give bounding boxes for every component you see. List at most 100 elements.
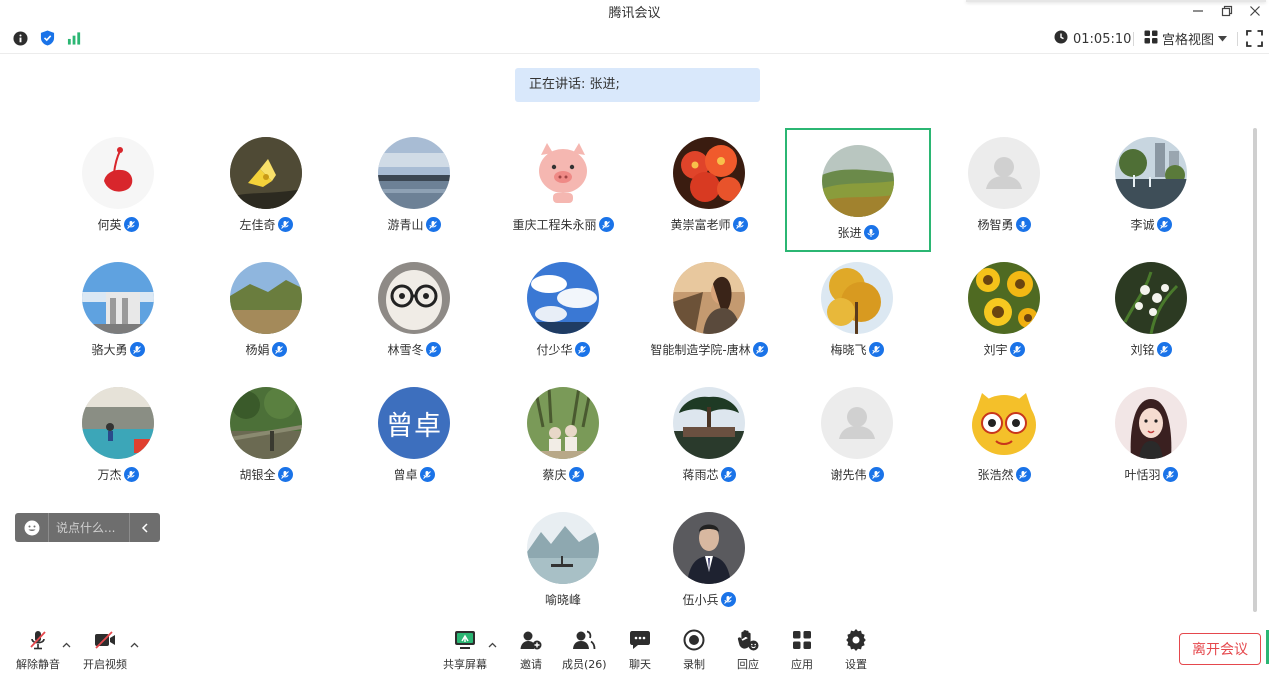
record-button[interactable]: 录制 [681, 628, 707, 672]
participant-name: 黄崇富老师 [636, 216, 782, 233]
start-video-label: 开启视频 [83, 658, 127, 671]
participant-tile[interactable]: 曾卓 曾卓 [341, 370, 487, 494]
participant-name: 李诚 [1078, 216, 1224, 233]
signal-icon[interactable] [66, 30, 82, 46]
view-mode-dropdown[interactable]: 宫格视图 [1144, 29, 1228, 48]
participant-tile[interactable]: 蒋雨芯 [636, 370, 782, 494]
apps-grid-icon [789, 628, 815, 652]
start-video-button[interactable]: 开启视频 [83, 628, 127, 672]
apps-button[interactable]: 应用 [789, 628, 815, 672]
participant-tile[interactable]: 伍小兵 [636, 495, 782, 619]
avatar [527, 512, 599, 584]
participant-name: 智能制造学院-唐林 [636, 341, 782, 358]
mic-muted-icon [271, 342, 287, 357]
chat-button[interactable]: 聊天 [627, 628, 653, 672]
reactions-button[interactable]: 回应 [735, 628, 761, 672]
participant-tile[interactable]: 喻晓峰 [490, 495, 636, 619]
chevron-up-icon[interactable] [62, 640, 71, 651]
invite-button[interactable]: 邀请 [518, 628, 544, 672]
chevron-up-icon[interactable] [130, 640, 139, 651]
mic-muted-icon [129, 342, 145, 357]
participant-tile[interactable]: 梅晓飞 [784, 245, 930, 369]
participant-tile[interactable]: 黄崇富老师 [636, 120, 782, 244]
avatar [673, 387, 745, 459]
participant-tile[interactable]: 刘铭 [1078, 245, 1224, 369]
mic-muted-icon [25, 628, 51, 652]
mic-muted-icon [574, 342, 590, 357]
participant-name: 林雪冬 [341, 341, 487, 358]
meeting-info-bar: 01:05:10 宫格视图 [0, 24, 1269, 54]
participant-tile[interactable]: 骆大勇 [45, 245, 191, 369]
chat-label: 聊天 [629, 658, 651, 671]
avatar [1115, 262, 1187, 334]
participant-tile-active-speaker[interactable]: 张进 [785, 128, 931, 252]
avatar [230, 137, 302, 209]
members-button[interactable]: 成员(26) [562, 628, 607, 672]
participant-tile[interactable]: 重庆工程朱永丽 [490, 120, 636, 244]
participant-tile[interactable]: 万杰 [45, 370, 191, 494]
participant-tile[interactable]: 杨智勇 [931, 120, 1077, 244]
unmute-label: 解除静音 [16, 658, 60, 671]
close-icon[interactable] [1240, 0, 1269, 22]
participant-name: 梅晓飞 [784, 341, 930, 358]
speaking-indicator-banner: 正在讲话: 张进; [515, 68, 760, 102]
participant-tile[interactable]: 张浩然 [931, 370, 1077, 494]
camera-off-icon [92, 628, 118, 652]
participant-tile[interactable]: 智能制造学院-唐林 [636, 245, 782, 369]
participant-tile[interactable]: 付少华 [490, 245, 636, 369]
participant-name: 骆大勇 [45, 341, 191, 358]
avatar [230, 262, 302, 334]
participant-tile[interactable]: 胡银全 [193, 370, 339, 494]
share-screen-button[interactable]: 共享屏幕 [443, 628, 487, 672]
avatar [527, 262, 599, 334]
participant-tile[interactable]: 刘宇 [931, 245, 1077, 369]
avatar [821, 387, 893, 459]
participant-name: 何英 [45, 216, 191, 233]
unmute-button[interactable]: 解除静音 [16, 628, 60, 672]
mic-muted-icon [277, 217, 293, 232]
add-user-icon [518, 628, 544, 652]
avatar [527, 137, 599, 209]
participant-tile[interactable]: 李诚 [1078, 120, 1224, 244]
mic-active-icon [1015, 217, 1031, 232]
participant-tile[interactable]: 杨娟 [193, 245, 339, 369]
avatar [378, 262, 450, 334]
participant-name: 游青山 [341, 216, 487, 233]
participant-tile[interactable]: 左佳奇 [193, 120, 339, 244]
participant-name: 刘宇 [931, 341, 1077, 358]
chat-input[interactable] [49, 517, 129, 538]
share-screen-icon [452, 628, 478, 652]
members-label: 成员(26) [562, 658, 607, 671]
minimize-icon[interactable] [1183, 0, 1213, 22]
grid-scrollbar[interactable] [1253, 128, 1257, 612]
participant-name: 重庆工程朱永丽 [490, 216, 636, 233]
shield-icon[interactable] [39, 30, 55, 46]
avatar [968, 387, 1040, 459]
mic-muted-icon [425, 217, 441, 232]
invite-label: 邀请 [520, 658, 542, 671]
avatar [673, 262, 745, 334]
restore-icon[interactable] [1212, 0, 1242, 22]
chevron-up-icon[interactable] [488, 640, 497, 651]
participant-tile[interactable]: 何英 [45, 120, 191, 244]
fullscreen-icon[interactable] [1246, 30, 1264, 48]
avatar [527, 387, 599, 459]
participant-tile[interactable]: 谢先伟 [784, 370, 930, 494]
participant-tile[interactable]: 叶恬羽 [1078, 370, 1224, 494]
record-icon [681, 628, 707, 652]
info-icon[interactable] [12, 30, 28, 46]
emoji-icon[interactable] [15, 513, 49, 542]
settings-button[interactable]: 设置 [843, 628, 869, 672]
clock-icon [1054, 30, 1068, 48]
chevron-left-icon[interactable] [129, 513, 159, 542]
participant-tile[interactable]: 蔡庆 [490, 370, 636, 494]
participant-name: 蒋雨芯 [636, 466, 782, 483]
mic-muted-icon [1162, 467, 1178, 482]
avatar [82, 262, 154, 334]
gear-icon [843, 628, 869, 652]
avatar [673, 512, 745, 584]
participant-tile[interactable]: 林雪冬 [341, 245, 487, 369]
divider [1237, 32, 1238, 46]
participant-tile[interactable]: 游青山 [341, 120, 487, 244]
leave-meeting-button[interactable]: 离开会议 [1179, 633, 1261, 665]
